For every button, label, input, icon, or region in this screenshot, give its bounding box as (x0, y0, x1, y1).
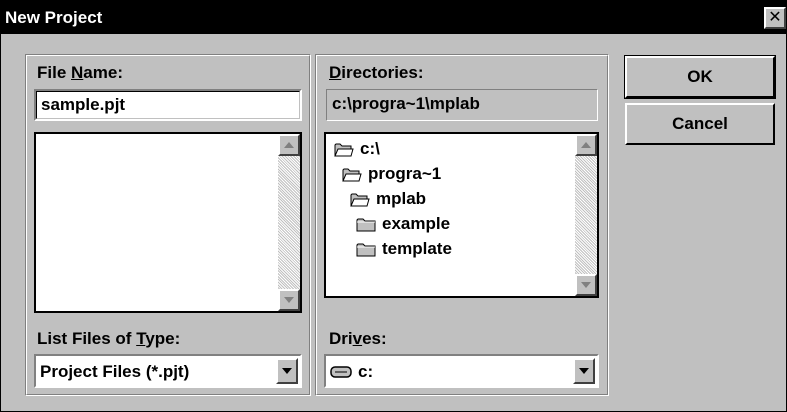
open-folder-icon (334, 142, 354, 157)
directory-item-mplab[interactable]: mplab (350, 187, 426, 211)
scroll-down-button[interactable] (278, 289, 300, 311)
file-type-selected: Project Files (*.pjt) (40, 362, 190, 381)
scroll-up-icon (284, 142, 294, 148)
cancel-button[interactable]: Cancel (625, 103, 775, 145)
folder-icon (356, 242, 376, 257)
file-list[interactable] (34, 132, 302, 313)
file-name-label: File Name: (37, 63, 123, 82)
scroll-down-icon (284, 297, 294, 303)
current-directory-path: c:\progra~1\mplab (326, 89, 598, 121)
close-button[interactable]: ✕ (764, 7, 786, 29)
file-type-dropdown[interactable]: Project Files (*.pjt) (34, 354, 302, 388)
close-icon: ✕ (768, 9, 782, 26)
directory-item-progra1[interactable]: progra~1 (342, 162, 441, 186)
scroll-down-button[interactable] (575, 274, 597, 296)
ok-button[interactable]: OK (624, 55, 776, 99)
drives-dropdown[interactable]: c: (324, 354, 599, 388)
window-title: New Project (5, 7, 103, 27)
scroll-down-icon (581, 282, 591, 288)
directory-item-root[interactable]: c:\ (334, 137, 380, 161)
file-list-scrollbar[interactable] (278, 134, 300, 311)
directory-tree[interactable]: c:\ progra~1 mplab example template (324, 132, 599, 298)
file-name-input[interactable]: sample.pjt (34, 89, 302, 121)
file-type-dropdown-button[interactable] (276, 358, 298, 384)
directory-item-template[interactable]: template (356, 237, 452, 261)
open-folder-icon (342, 167, 362, 182)
scroll-up-button[interactable] (575, 134, 597, 156)
drives-label: Drives: (329, 329, 387, 348)
directory-item-example[interactable]: example (356, 212, 450, 236)
folder-icon (356, 217, 376, 232)
directory-tree-scrollbar[interactable] (575, 134, 597, 296)
drives-dropdown-button[interactable] (573, 358, 595, 384)
chevron-down-icon (579, 368, 589, 374)
list-files-type-label: List Files of Type: (37, 329, 181, 348)
directories-label: Directories: (329, 63, 424, 82)
chevron-down-icon (282, 368, 292, 374)
new-project-dialog: New Project ✕ File Name: sample.pjt List… (0, 0, 787, 412)
file-name-value: sample.pjt (41, 95, 126, 114)
title-bar[interactable]: New Project ✕ (1, 1, 786, 34)
scroll-up-icon (581, 142, 591, 148)
drives-selected: c: (330, 362, 373, 382)
scroll-up-button[interactable] (278, 134, 300, 156)
drive-icon (330, 366, 352, 378)
open-folder-icon (350, 192, 370, 207)
